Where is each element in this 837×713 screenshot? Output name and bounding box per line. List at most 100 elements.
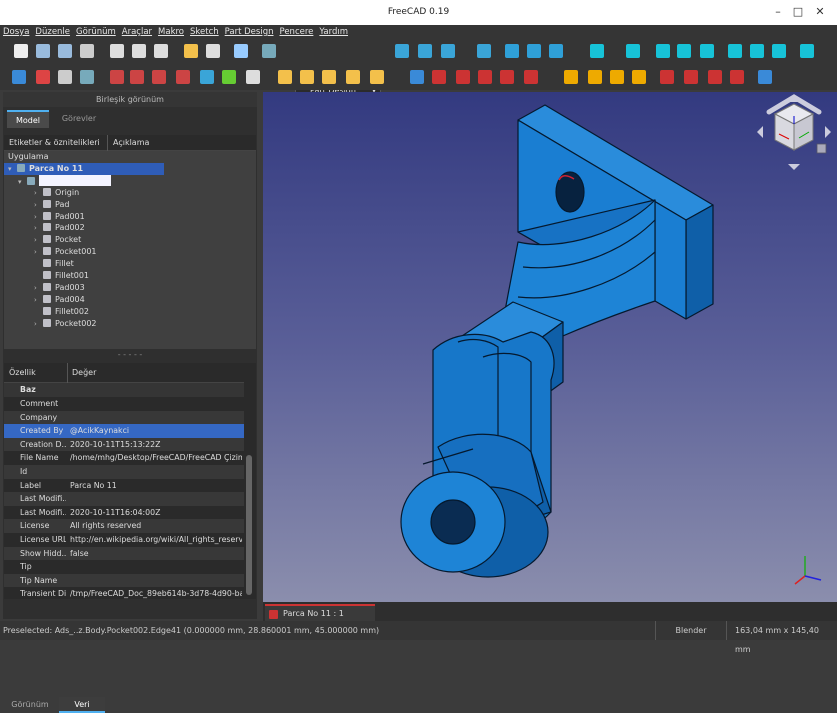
property-row[interactable]: Show Hidd... false: [4, 546, 244, 561]
part-design-tool-icon[interactable]: [432, 70, 446, 84]
view-tool-icon[interactable]: [677, 44, 691, 58]
property-row[interactable]: Creation D... 2020-10-11T15:13:22Z: [4, 437, 244, 452]
part-design-tool-icon[interactable]: [730, 70, 744, 84]
part-design-tool-icon[interactable]: [500, 70, 514, 84]
menu-pencere[interactable]: Pencere: [277, 25, 317, 39]
menu-araclar[interactable]: Araçlar: [119, 25, 155, 39]
expand-arrow-icon[interactable]: ›: [34, 318, 43, 330]
splitter-handle[interactable]: - - - - -: [3, 350, 257, 362]
tree-item[interactable]: › Pad: [4, 199, 69, 211]
property-row[interactable]: Tip Name: [4, 573, 244, 588]
tree-item[interactable]: Uygulama: [4, 151, 49, 163]
property-value[interactable]: /home/mhg/Desktop/FreeCAD/FreeCAD Çiziml…: [70, 451, 242, 465]
tree-header-description[interactable]: Açıklama: [107, 135, 149, 151]
tree-item[interactable]: › Pocket002: [4, 318, 97, 330]
undo-icon[interactable]: [184, 44, 198, 58]
part-design-tool-icon[interactable]: [610, 70, 624, 84]
part-design-tool-icon[interactable]: [246, 70, 260, 84]
view-tool-icon[interactable]: [395, 44, 409, 58]
menu-part-design[interactable]: Part Design: [222, 25, 277, 39]
part-design-tool-icon[interactable]: [564, 70, 578, 84]
tree-item[interactable]: ▾: [4, 174, 111, 187]
tab-model[interactable]: Model: [7, 110, 49, 128]
view-tool-icon[interactable]: [549, 44, 563, 58]
property-header-name[interactable]: Özellik: [9, 363, 36, 383]
copy-icon[interactable]: [132, 44, 146, 58]
tree-header-labels[interactable]: Etiketler & öznitelikleri: [9, 135, 100, 151]
property-value[interactable]: @AcikKaynakci: [70, 424, 242, 438]
view-tool-icon[interactable]: [750, 44, 764, 58]
part-design-tool-icon[interactable]: [222, 70, 236, 84]
view-tool-icon[interactable]: [800, 44, 814, 58]
view-tool-icon[interactable]: [656, 44, 670, 58]
property-value[interactable]: All rights reserved: [70, 519, 242, 533]
navigation-cube[interactable]: [751, 92, 837, 178]
tree-item[interactable]: › Pocket: [4, 234, 81, 246]
part-design-tool-icon[interactable]: [456, 70, 470, 84]
part-design-tool-icon[interactable]: [524, 70, 538, 84]
view-tool-icon[interactable]: [590, 44, 604, 58]
menu-yardim[interactable]: Yardım: [316, 25, 351, 39]
whats-this-icon[interactable]: [262, 44, 276, 58]
part-design-tool-icon[interactable]: [200, 70, 214, 84]
part-design-tool-icon[interactable]: [58, 70, 72, 84]
document-tab[interactable]: Parca No 11 : 1: [265, 604, 375, 621]
part-design-tool-icon[interactable]: [588, 70, 602, 84]
part-design-tool-icon[interactable]: [130, 70, 144, 84]
property-value[interactable]: http://en.wikipedia.org/wiki/All_rights_…: [70, 533, 242, 547]
property-row[interactable]: Last Modifi... 2020-10-11T16:04:00Z: [4, 506, 244, 520]
tree-item[interactable]: › Pad003: [4, 282, 85, 294]
property-group[interactable]: Baz: [4, 383, 244, 397]
minimize-button[interactable]: –: [769, 4, 787, 20]
property-row[interactable]: Tip: [4, 560, 244, 574]
part-design-tool-icon[interactable]: [300, 70, 314, 84]
view-tool-icon[interactable]: [527, 44, 541, 58]
part-design-tool-icon[interactable]: [110, 70, 124, 84]
menu-makro[interactable]: Makro: [155, 25, 187, 39]
cut-icon[interactable]: [110, 44, 124, 58]
part-design-tool-icon[interactable]: [410, 70, 424, 84]
property-row[interactable]: Last Modifi...: [4, 492, 244, 506]
tree-item[interactable]: › Pad001: [4, 211, 85, 223]
part-design-tool-icon[interactable]: [278, 70, 292, 84]
view-tool-icon[interactable]: [441, 44, 455, 58]
part-design-tool-icon[interactable]: [152, 70, 166, 84]
new-file-icon[interactable]: [14, 44, 28, 58]
property-value[interactable]: false: [70, 547, 242, 561]
menu-dosya[interactable]: Dosya: [0, 25, 32, 39]
menu-duzenle[interactable]: Düzenle: [32, 25, 73, 39]
property-header-value[interactable]: Değer: [67, 363, 96, 383]
view-tool-icon[interactable]: [477, 44, 491, 58]
menu-sketch[interactable]: Sketch: [187, 25, 222, 39]
expand-arrow-icon[interactable]: ›: [34, 211, 43, 223]
tree-item[interactable]: Fillet: [4, 258, 74, 270]
expand-arrow-icon[interactable]: ›: [34, 294, 43, 306]
property-row[interactable]: Comment: [4, 397, 244, 411]
part-design-tool-icon[interactable]: [684, 70, 698, 84]
property-value[interactable]: 2020-10-11T16:04:00Z: [70, 506, 242, 520]
view-tool-icon[interactable]: [505, 44, 519, 58]
open-file-icon[interactable]: [36, 44, 50, 58]
part-design-tool-icon[interactable]: [478, 70, 492, 84]
menu-gorunum[interactable]: Görünüm: [73, 25, 119, 39]
close-button[interactable]: ✕: [811, 4, 829, 20]
property-value[interactable]: Parca No 11: [70, 479, 242, 493]
tab-view[interactable]: Görünüm: [3, 697, 57, 713]
expand-arrow-icon[interactable]: ›: [34, 199, 43, 211]
view-tool-icon[interactable]: [728, 44, 742, 58]
part-design-tool-icon[interactable]: [346, 70, 360, 84]
property-row[interactable]: Transient Dir/tmp/FreeCAD_Doc_89eb614b-3…: [4, 587, 244, 601]
property-value[interactable]: 2020-10-11T15:13:22Z: [70, 438, 242, 452]
tree-item[interactable]: › Origin: [4, 187, 79, 199]
tree-item[interactable]: › Pad002: [4, 222, 85, 234]
part-design-tool-icon[interactable]: [708, 70, 722, 84]
view-tool-icon[interactable]: [418, 44, 432, 58]
maximize-button[interactable]: □: [789, 4, 807, 20]
property-row[interactable]: File Name/home/mhg/Desktop/FreeCAD/FreeC…: [4, 451, 244, 465]
view-tool-icon[interactable]: [772, 44, 786, 58]
tab-data[interactable]: Veri: [59, 697, 105, 713]
tree-item[interactable]: Fillet001: [4, 270, 89, 282]
tree-item[interactable]: Fillet002: [4, 306, 89, 318]
property-row[interactable]: Company: [4, 410, 244, 425]
save-icon[interactable]: [58, 44, 72, 58]
